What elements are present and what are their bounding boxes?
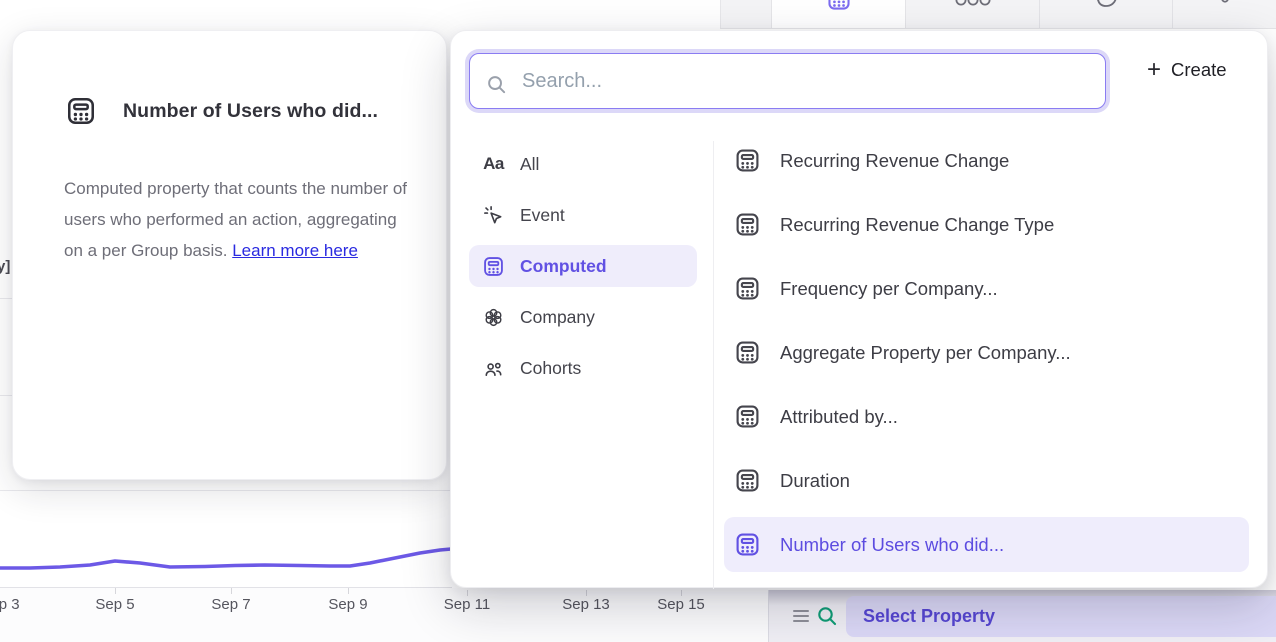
property-label: Recurring Revenue Change (780, 150, 1009, 172)
property-list-item[interactable]: Recurring Revenue Change Type (724, 197, 1249, 252)
category-list: Aa All Event Computed Company Cohorts (469, 143, 697, 389)
property-list: Recurring Revenue Change Recurring Revenu… (724, 133, 1249, 572)
event-cursor-icon (482, 204, 505, 227)
company-icon (482, 306, 505, 329)
calculator-icon (734, 147, 761, 174)
x-axis-label: Sep 5 (95, 596, 134, 613)
x-axis-tick (115, 588, 116, 594)
calculator-icon (734, 531, 761, 558)
calculator-icon (734, 403, 761, 430)
category-label: Event (520, 205, 565, 226)
calculator-icon (734, 339, 761, 366)
search-icon (485, 73, 508, 96)
calculator-icon (482, 255, 505, 278)
property-label: Number of Users who did... (780, 534, 1004, 556)
category-company[interactable]: Company (469, 296, 697, 338)
x-axis-label: Sep 9 (328, 596, 367, 613)
x-axis-label: Sep 7 (211, 596, 250, 613)
property-list-item[interactable]: Duration (724, 453, 1249, 508)
tab-bar (720, 0, 1276, 29)
x-axis-label: Sep 3 (0, 596, 20, 613)
retention-tab-icon[interactable] (1093, 0, 1121, 10)
calculator-icon (826, 0, 852, 12)
column-divider (713, 141, 714, 589)
category-label: Company (520, 307, 595, 328)
create-button-label: Create (1171, 59, 1227, 81)
calculator-icon (734, 275, 761, 302)
property-label: Aggregate Property per Company... (780, 342, 1071, 364)
calculator-icon (734, 211, 761, 238)
category-cohorts[interactable]: Cohorts (469, 347, 697, 389)
tab-separator (1039, 0, 1040, 29)
search-field-wrapper (465, 49, 1110, 113)
x-axis-line (0, 587, 452, 588)
occluded-row-divider (0, 395, 12, 396)
property-list-item[interactable]: Aggregate Property per Company... (724, 325, 1249, 380)
x-axis-tick (348, 588, 349, 594)
property-tooltip-card: Number of Users who did... Computed prop… (12, 30, 447, 480)
property-picker-popover: + Create Aa All Event Computed Company Cohort… (450, 30, 1268, 588)
learn-more-link[interactable]: Learn more here (232, 241, 358, 260)
select-property-label: Select Property (863, 606, 995, 627)
search-input[interactable] (469, 53, 1106, 109)
property-list-item[interactable]: Number of Users who did... (724, 517, 1249, 572)
metric-builder-row: Select Property (768, 590, 1276, 642)
green-search-icon (815, 604, 839, 628)
create-button[interactable]: + Create (1147, 58, 1227, 82)
numeric-tab-icon[interactable] (953, 0, 993, 10)
drag-handle-icon[interactable] (793, 610, 809, 622)
category-event[interactable]: Event (469, 194, 697, 236)
category-all[interactable]: Aa All (469, 143, 697, 185)
clipped-tab-icon[interactable] (1219, 0, 1231, 10)
x-axis-tick (231, 588, 232, 594)
property-list-item[interactable]: Attributed by... (724, 389, 1249, 444)
property-label: Attributed by... (780, 406, 898, 428)
tab-computed-active[interactable] (771, 0, 906, 29)
occluded-row-divider (0, 298, 12, 299)
plus-icon: + (1147, 58, 1161, 82)
tooltip-description: Computed property that counts the number… (64, 173, 420, 266)
text-aa-icon: Aa (482, 153, 505, 176)
property-list-item[interactable]: Frequency per Company... (724, 261, 1249, 316)
panel-divider (0, 490, 452, 491)
select-property-button[interactable]: Select Property (846, 596, 1276, 637)
category-computed[interactable]: Computed (469, 245, 697, 287)
cohorts-icon (482, 357, 505, 380)
category-label: All (520, 154, 539, 175)
x-axis-label: Sep 15 (657, 596, 705, 613)
calculator-icon (734, 467, 761, 494)
tab-separator (1172, 0, 1173, 29)
category-label: Computed (520, 256, 607, 277)
app-screen: y] Sep 3 Sep 5 Sep 7 Sep 9 Sep 11 Sep 13… (0, 0, 1276, 642)
category-label: Cohorts (520, 358, 581, 379)
calculator-icon (65, 95, 97, 127)
property-label: Recurring Revenue Change Type (780, 214, 1054, 236)
property-label: Frequency per Company... (780, 278, 998, 300)
x-axis-label: Sep 13 (562, 596, 610, 613)
tooltip-title: Number of Users who did... (123, 100, 378, 123)
property-label: Duration (780, 470, 850, 492)
property-list-item[interactable]: Recurring Revenue Change (724, 133, 1249, 188)
x-axis-label: Sep 11 (444, 596, 490, 613)
